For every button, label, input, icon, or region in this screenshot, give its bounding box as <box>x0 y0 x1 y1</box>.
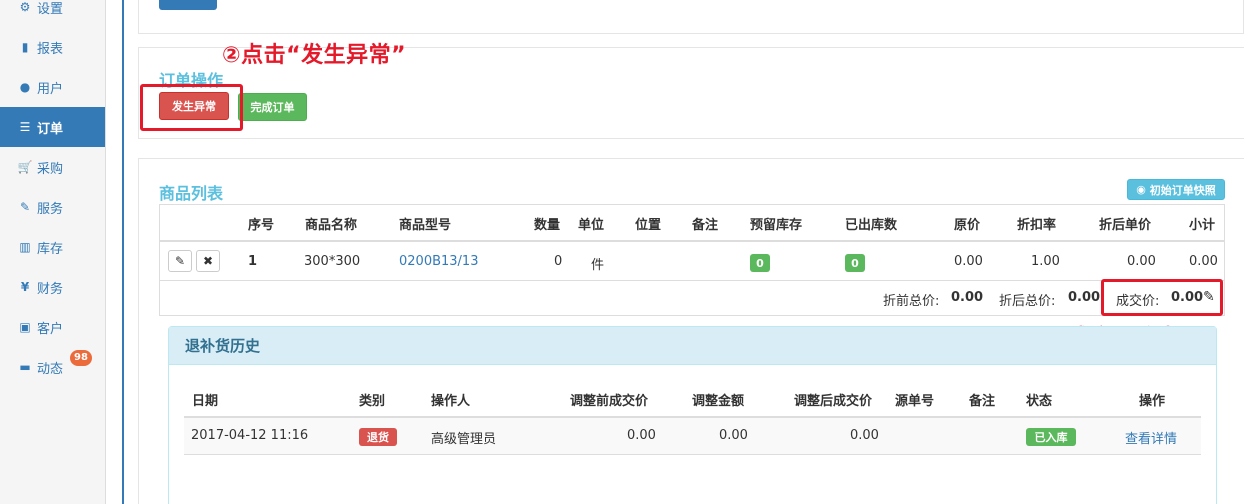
annotation-highlight-deal-price <box>1101 279 1223 316</box>
snapshot-button-label: 初始订单快照 <box>1149 183 1216 197</box>
sidebar-item-settings[interactable]: ⚙ 设置 <box>0 0 105 27</box>
annotation-highlight-exception <box>140 84 243 131</box>
hist-status-badge: 已入库 <box>1026 428 1076 446</box>
col-qty: 数量 <box>534 218 561 233</box>
hist-col-date: 日期 <box>192 394 219 409</box>
user-icon: ● <box>19 80 31 94</box>
col-unit: 单位 <box>578 218 605 233</box>
sidebar-item-label: 报表 <box>37 41 64 57</box>
hist-type-badge: 退货 <box>359 428 397 446</box>
sidebar-item-label: 客户 <box>37 321 64 337</box>
shipped-badge: 0 <box>845 254 865 272</box>
col-name: 商品名称 <box>305 218 358 233</box>
hist-col-operator: 操作人 <box>431 394 471 409</box>
hist-row-amount: 0.00 <box>719 428 748 443</box>
row-name: 300*300 <box>304 254 361 269</box>
comment-icon: ▬ <box>19 360 31 374</box>
sidebar-item-label: 财务 <box>37 281 64 297</box>
yen-icon: ¥ <box>20 280 30 294</box>
col-discount: 折扣率 <box>1017 218 1057 233</box>
sidebar-item-label: 设置 <box>37 1 64 17</box>
cart-icon: 🛒 <box>17 160 33 174</box>
return-history-title: 退补货历史 <box>169 327 1216 365</box>
row-price: 0.00 <box>954 254 983 269</box>
sidebar-item-label: 订单 <box>37 121 64 137</box>
col-shipped: 已出库数 <box>845 218 898 233</box>
close-icon: ✖ <box>202 254 214 268</box>
sidebar-item-orders[interactable]: ☰ 订单 <box>0 107 105 147</box>
sidebar-item-label: 动态 <box>37 361 64 377</box>
wrench-icon: ✎ <box>19 200 31 214</box>
row-discounted-price: 0.00 <box>1127 254 1156 269</box>
total-after-value: 0.00 <box>1068 290 1101 305</box>
sidebar-item-label: 用户 <box>37 81 64 97</box>
total-after-label: 折后总价: <box>999 294 1056 309</box>
col-discounted-price: 折后单价 <box>1099 218 1152 233</box>
hist-col-remark: 备注 <box>969 394 996 409</box>
hist-row-operator: 高级管理员 <box>431 432 497 447</box>
table-header-divider <box>160 240 1224 242</box>
sidebar-item-label: 服务 <box>37 201 64 217</box>
sidebar: ⚙ 设置 ▮ 报表 ● 用户 ☰ 订单 🛒 采购 ✎ 服务 ▥ 库存 ¥ 财务 … <box>0 0 106 504</box>
hist-col-status: 状态 <box>1026 394 1053 409</box>
sidebar-item-users[interactable]: ● 用户 <box>0 67 105 107</box>
row-discount: 1.00 <box>1031 254 1060 269</box>
row-model-link[interactable]: 0200B13/13 <box>399 254 478 269</box>
pencil-icon: ✎ <box>174 254 186 268</box>
content-divider <box>122 0 124 504</box>
annotation-step2: ②点击“发生异常” <box>222 43 407 68</box>
sidebar-item-finance[interactable]: ¥ 财务 <box>0 267 105 307</box>
col-reserved: 预留库存 <box>750 218 803 233</box>
return-history-panel: 退补货历史 <box>168 326 1217 504</box>
sidebar-item-activity[interactable]: ▬ 动态 98 <box>0 347 105 387</box>
gear-icon: ⚙ <box>19 0 31 14</box>
top-action-button[interactable] <box>159 0 217 10</box>
row-unit: 件 <box>591 258 605 273</box>
reserved-badge: 0 <box>750 254 770 272</box>
col-location: 位置 <box>635 218 662 233</box>
hist-row-after: 0.00 <box>850 428 879 443</box>
edit-row-button[interactable]: ✎ <box>168 250 192 272</box>
barcode-icon: ▥ <box>19 240 31 254</box>
hist-col-source: 源单号 <box>895 394 935 409</box>
row-seq: 1 <box>248 254 258 269</box>
total-before-value: 0.00 <box>951 290 984 305</box>
hist-row-before: 0.00 <box>627 428 656 443</box>
table-row-divider <box>160 280 1224 281</box>
row-qty: 0 <box>554 254 563 269</box>
col-remark: 备注 <box>692 218 719 233</box>
hist-col-before: 调整前成交价 <box>570 394 649 409</box>
hist-col-amount: 调整金额 <box>692 394 745 409</box>
list-icon: ☰ <box>19 120 31 134</box>
sidebar-item-purchase[interactable]: 🛒 采购 <box>0 147 105 187</box>
hist-col-type: 类别 <box>359 394 386 409</box>
briefcase-icon: ▣ <box>19 320 31 334</box>
sidebar-item-label: 库存 <box>37 241 64 257</box>
row-subtotal: 0.00 <box>1189 254 1218 269</box>
complete-order-button[interactable]: 完成订单 <box>238 93 307 121</box>
delete-row-button[interactable]: ✖ <box>196 250 220 272</box>
view-details-link[interactable]: 查看详情 <box>1125 428 1177 447</box>
hist-row-date: 2017-04-12 11:16 <box>191 428 309 443</box>
sidebar-item-reports[interactable]: ▮ 报表 <box>0 27 105 67</box>
hist-col-after: 调整后成交价 <box>794 394 873 409</box>
sidebar-item-inventory[interactable]: ▥ 库存 <box>0 227 105 267</box>
col-price: 原价 <box>954 218 981 233</box>
sidebar-item-service[interactable]: ✎ 服务 <box>0 187 105 227</box>
sidebar-item-label: 采购 <box>37 161 64 177</box>
camera-icon: ◉ <box>1136 183 1146 196</box>
total-before-label: 折前总价: <box>883 294 940 309</box>
top-panel <box>138 0 1244 34</box>
bar-chart-icon: ▮ <box>21 40 29 54</box>
products-title: 商品列表 <box>159 184 224 203</box>
hist-col-action: 操作 <box>1139 394 1166 409</box>
initial-snapshot-button[interactable]: ◉ 初始订单快照 <box>1127 179 1225 200</box>
activity-count-badge: 98 <box>70 350 92 366</box>
col-model: 商品型号 <box>399 218 452 233</box>
col-seq: 序号 <box>248 218 275 233</box>
col-subtotal: 小计 <box>1189 218 1216 233</box>
history-row-divider <box>184 454 1201 455</box>
sidebar-item-customers[interactable]: ▣ 客户 <box>0 307 105 347</box>
